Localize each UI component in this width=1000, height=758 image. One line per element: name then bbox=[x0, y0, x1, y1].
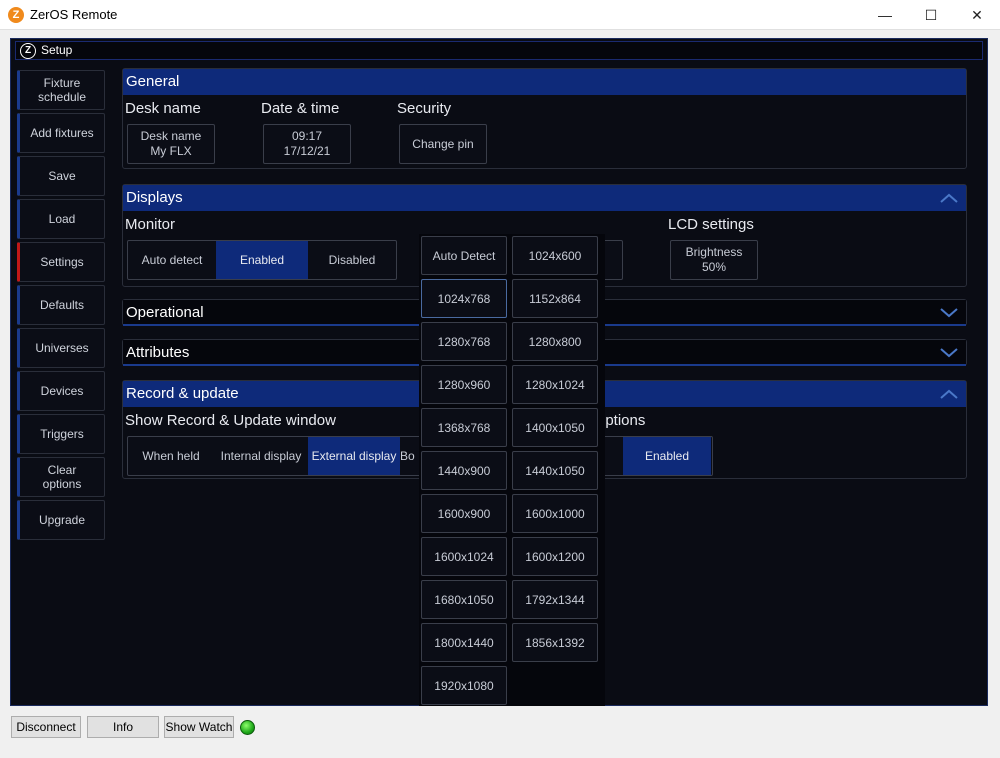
zeros-main-area: Z Setup Fixture schedule Add fixtures Sa… bbox=[10, 38, 988, 706]
resolution-option[interactable]: 1280x768 bbox=[421, 322, 507, 361]
sidebar-item-fixture-schedule[interactable]: Fixture schedule bbox=[17, 70, 105, 110]
chevron-up-icon bbox=[940, 389, 958, 399]
lcd-settings-label: LCD settings bbox=[668, 216, 754, 233]
resolution-option[interactable]: 1600x900 bbox=[421, 494, 507, 533]
change-pin-button[interactable]: Change pin bbox=[399, 124, 487, 164]
resolution-option[interactable]: 1792x1344 bbox=[512, 580, 598, 619]
resolution-dropdown: Auto Detect 1024x768 1280x768 1280x960 1… bbox=[419, 234, 605, 706]
app-logo-icon: Z bbox=[8, 7, 24, 23]
zeros-logo-icon: Z bbox=[20, 43, 36, 59]
sidebar-item-upgrade[interactable]: Upgrade bbox=[17, 500, 105, 540]
resolution-option[interactable]: 1680x1050 bbox=[421, 580, 507, 619]
close-button[interactable]: ✕ bbox=[954, 0, 1000, 30]
sidebar-item-clear-options[interactable]: Clear options bbox=[17, 457, 105, 497]
general-header[interactable]: General bbox=[123, 69, 966, 95]
resolution-option[interactable]: 1600x1024 bbox=[421, 537, 507, 576]
resolution-option[interactable]: 1856x1392 bbox=[512, 623, 598, 662]
chevron-down-icon bbox=[940, 348, 958, 358]
resolution-option[interactable]: 1400x1050 bbox=[512, 408, 598, 447]
resolution-option[interactable]: 1280x800 bbox=[512, 322, 598, 361]
date-time-label: Date & time bbox=[261, 100, 340, 117]
monitor-disabled[interactable]: Disabled bbox=[308, 241, 396, 279]
info-button[interactable]: Info bbox=[87, 716, 159, 738]
chevron-up-icon bbox=[940, 193, 958, 203]
show-record-update-label: Show Record & Update window bbox=[125, 412, 336, 429]
sidebar-item-defaults[interactable]: Defaults bbox=[17, 285, 105, 325]
resolution-option[interactable]: 1440x900 bbox=[421, 451, 507, 490]
resolution-option[interactable]: 1920x1080 bbox=[421, 666, 507, 705]
general-panel: General bbox=[122, 68, 967, 169]
desk-name-label: Desk name bbox=[125, 100, 201, 117]
setup-header: Z Setup bbox=[15, 41, 983, 60]
brightness-button[interactable]: Brightness 50% bbox=[670, 240, 758, 280]
show-watch-button[interactable]: Show Watch bbox=[164, 716, 234, 738]
monitor-label: Monitor bbox=[125, 216, 176, 233]
disconnect-button[interactable]: Disconnect bbox=[11, 716, 81, 738]
resolution-option[interactable]: 1600x1200 bbox=[512, 537, 598, 576]
resolution-option[interactable]: 1024x600 bbox=[512, 236, 598, 275]
setup-title: Setup bbox=[41, 43, 73, 57]
resolution-option[interactable]: 1280x1024 bbox=[512, 365, 598, 404]
record-options-enabled[interactable]: Enabled bbox=[623, 437, 711, 475]
resolution-option[interactable]: 1152x864 bbox=[512, 279, 598, 318]
record-window-selector: When held Internal display External disp… bbox=[127, 436, 423, 476]
sidebar-item-universes[interactable]: Universes bbox=[17, 328, 105, 368]
sidebar-item-load[interactable]: Load bbox=[17, 199, 105, 239]
resolution-option[interactable]: Auto Detect bbox=[421, 236, 507, 275]
record-external-display[interactable]: External display bbox=[308, 437, 400, 475]
record-when-held[interactable]: When held bbox=[128, 437, 214, 475]
sidebar-item-settings[interactable]: Settings bbox=[17, 242, 105, 282]
date-time-button[interactable]: 09:17 17/12/21 bbox=[263, 124, 351, 164]
resolution-option[interactable]: 1800x1440 bbox=[421, 623, 507, 662]
sidebar-item-add-fixtures[interactable]: Add fixtures bbox=[17, 113, 105, 153]
monitor-auto-detect[interactable]: Auto detect bbox=[128, 241, 216, 279]
monitor-enabled[interactable]: Enabled bbox=[216, 241, 308, 279]
window-title: ZerOS Remote bbox=[30, 7, 118, 22]
resolution-option[interactable]: 1440x1050 bbox=[512, 451, 598, 490]
monitor-selector: Auto detect Enabled Disabled bbox=[127, 240, 397, 280]
security-label: Security bbox=[397, 100, 452, 117]
title-bar: Z ZerOS Remote — ☐ ✕ bbox=[0, 0, 1000, 30]
minimize-button[interactable]: — bbox=[862, 0, 908, 30]
connection-status-led-icon bbox=[240, 720, 255, 735]
sidebar-item-triggers[interactable]: Triggers bbox=[17, 414, 105, 454]
desk-name-button[interactable]: Desk name My FLX bbox=[127, 124, 215, 164]
resolution-option[interactable]: 1280x960 bbox=[421, 365, 507, 404]
record-options-selector: Enabled bbox=[601, 436, 713, 476]
maximize-button[interactable]: ☐ bbox=[908, 0, 954, 30]
sidebar-item-save[interactable]: Save bbox=[17, 156, 105, 196]
displays-header[interactable]: Displays bbox=[123, 185, 966, 211]
resolution-option-selected[interactable]: 1024x768 bbox=[421, 279, 507, 318]
chevron-down-icon bbox=[940, 308, 958, 318]
record-internal-display[interactable]: Internal display bbox=[214, 437, 308, 475]
sidebar-item-devices[interactable]: Devices bbox=[17, 371, 105, 411]
resolution-option[interactable]: 1368x768 bbox=[421, 408, 507, 447]
resolution-option[interactable]: 1600x1000 bbox=[512, 494, 598, 533]
